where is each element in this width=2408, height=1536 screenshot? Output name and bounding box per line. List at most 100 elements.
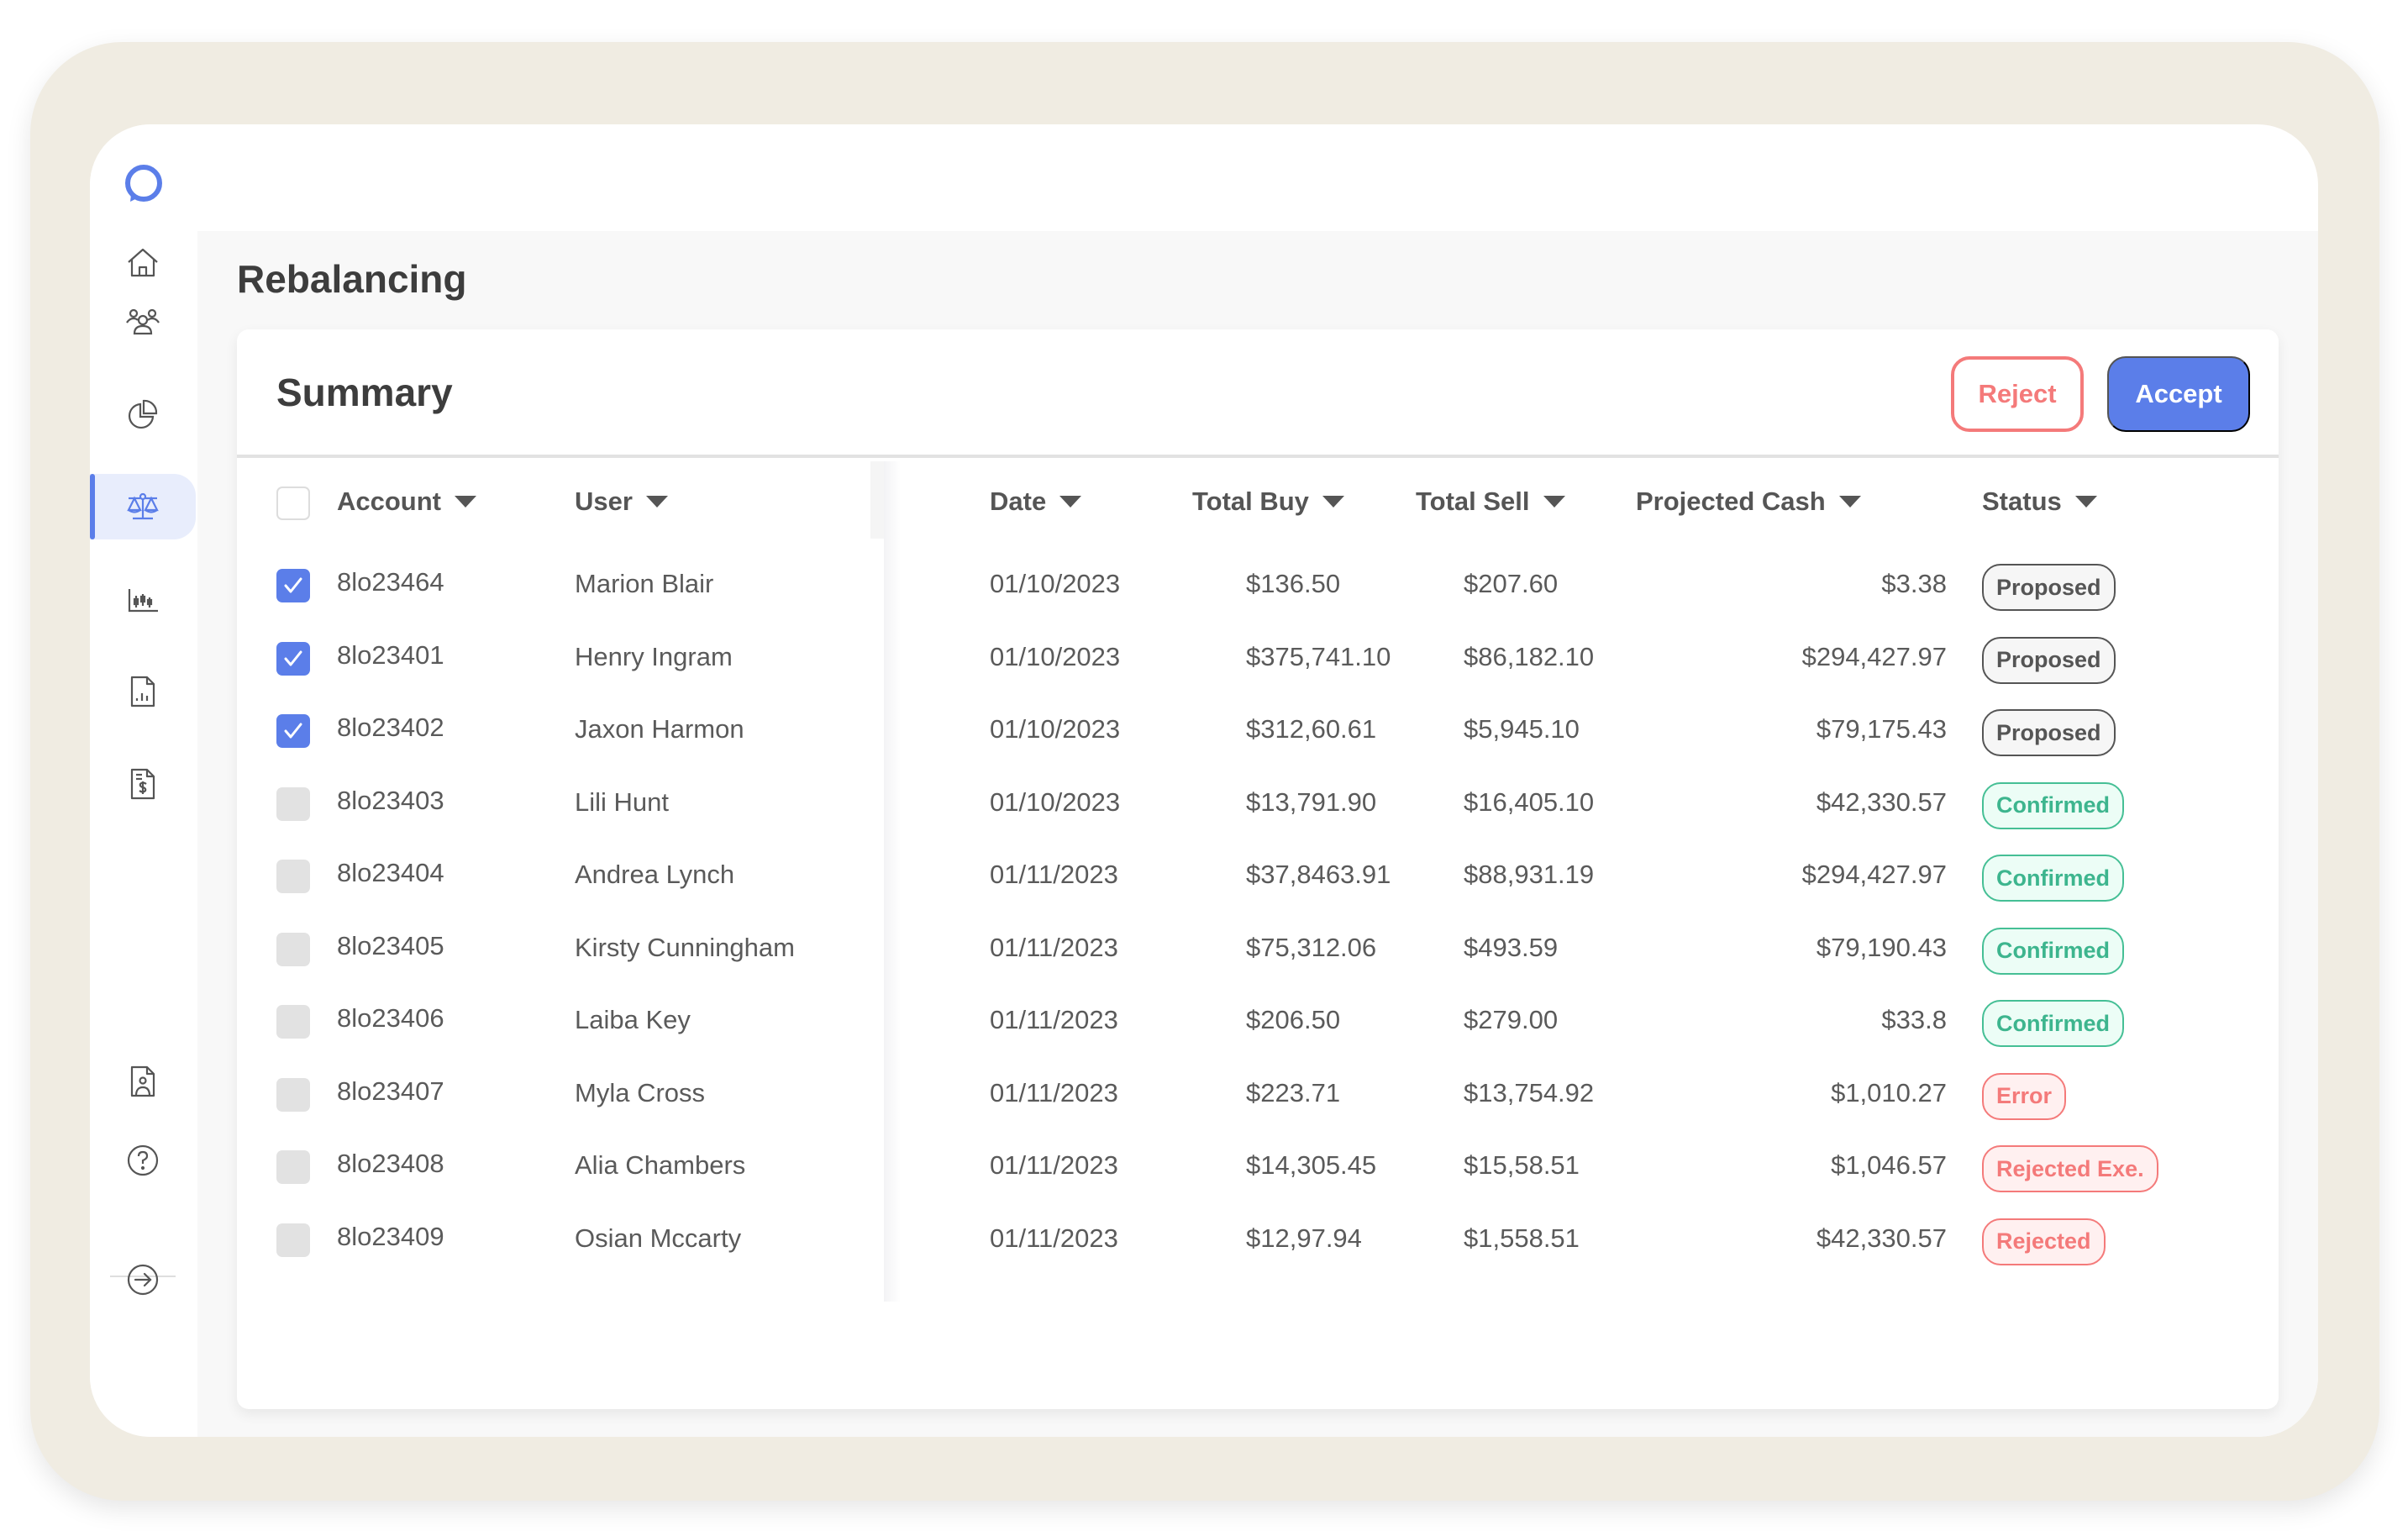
cell-projected-cash: $294,427.97: [1801, 860, 1947, 889]
cell-date: 01/11/2023: [990, 932, 1118, 962]
cell-total-sell: $207.60: [1464, 569, 1559, 598]
column-header-total-buy[interactable]: Total Buy: [1192, 487, 1344, 517]
cell-date: 01/10/2023: [990, 786, 1121, 817]
sidebar-item-profile[interactable]: [90, 1049, 196, 1114]
status-badge: Confirmed: [1982, 855, 2124, 902]
column-label: User: [575, 487, 633, 516]
status-badge: Proposed: [1982, 636, 2116, 684]
row-checkbox[interactable]: [276, 714, 310, 748]
status-badge: Confirmed: [1982, 1000, 2124, 1047]
cell-total-buy: $37,8463.91: [1246, 860, 1391, 889]
column-header-date[interactable]: Date: [990, 487, 1082, 517]
cell-date: 01/11/2023: [990, 1005, 1118, 1034]
card-title: Summary: [276, 371, 453, 414]
cell-date: 01/11/2023: [990, 860, 1118, 889]
cell-account: 8lo23406: [337, 1003, 444, 1033]
cell-date: 01/10/2023: [990, 714, 1121, 744]
cell-total-buy: $223.71: [1246, 1077, 1341, 1107]
cell-date: 01/10/2023: [990, 641, 1121, 671]
checkmark-icon: [284, 577, 302, 593]
help-circle-icon: [127, 1144, 159, 1176]
cell-total-sell: $5,945.10: [1464, 714, 1580, 744]
sidebar: [90, 124, 197, 1437]
cell-user: Osian Mccarty: [575, 1223, 742, 1253]
column-header-projected-cash[interactable]: Projected Cash: [1636, 487, 1861, 517]
accept-button[interactable]: Accept: [2107, 356, 2250, 432]
cell-account: 8lo23403: [337, 785, 444, 815]
cell-projected-cash: $3.38: [1881, 569, 1947, 598]
row-checkbox[interactable]: [276, 786, 310, 821]
cell-total-sell: $88,931.19: [1464, 860, 1595, 889]
candlestick-icon: [128, 589, 158, 613]
column-header-user[interactable]: User: [575, 487, 668, 517]
cell-total-buy: $12,97.94: [1246, 1223, 1362, 1253]
select-all-checkbox[interactable]: [276, 487, 310, 520]
row-checkbox[interactable]: [276, 1150, 310, 1184]
sort-down-icon: [1543, 496, 1565, 508]
reject-button[interactable]: Reject: [1951, 356, 2084, 432]
cell-account: 8lo23407: [337, 1076, 444, 1106]
cell-user: Alia Chambers: [575, 1150, 746, 1180]
column-label: Total Buy: [1192, 487, 1309, 516]
column-header-total-sell[interactable]: Total Sell: [1416, 487, 1565, 517]
cell-account: 8lo23404: [337, 858, 444, 887]
column-label: Projected Cash: [1636, 487, 1826, 516]
cell-total-sell: $86,182.10: [1464, 641, 1595, 671]
cell-total-sell: $15,58.51: [1464, 1150, 1580, 1180]
sort-down-icon: [2074, 496, 2097, 508]
row-checkbox[interactable]: [276, 860, 310, 893]
row-checkbox[interactable]: [276, 1077, 310, 1112]
cell-date: 01/11/2023: [990, 1077, 1118, 1107]
status-badge: Proposed: [1982, 564, 2116, 611]
row-checkbox[interactable]: [276, 569, 310, 602]
page-title: Rebalancing: [237, 257, 467, 301]
cell-total-sell: $1,558.51: [1464, 1223, 1580, 1253]
pie-chart-icon: [128, 399, 158, 429]
status-badge: Confirmed: [1982, 781, 2124, 829]
sidebar-item-rebalancing[interactable]: [90, 474, 196, 539]
row-checkbox[interactable]: [276, 641, 310, 676]
pane-divider: [884, 461, 901, 1302]
summary-card: Summary Reject Accept Account User Date: [237, 329, 2279, 1409]
checkmark-icon: [284, 723, 302, 739]
cell-account: 8lo23408: [337, 1149, 444, 1178]
logo-icon: [125, 165, 162, 202]
cell-total-sell: $16,405.10: [1464, 786, 1595, 817]
sidebar-item-logout[interactable]: [90, 1247, 196, 1312]
sidebar-item-portfolio[interactable]: [90, 381, 196, 447]
row-checkbox[interactable]: [276, 1223, 310, 1257]
sidebar-item-billing[interactable]: [90, 751, 196, 817]
status-badge: Rejected Exe.: [1982, 1145, 2158, 1192]
sidebar-item-help[interactable]: [90, 1128, 196, 1193]
sidebar-item-home[interactable]: [90, 230, 196, 296]
cell-user: Marion Blair: [575, 569, 714, 598]
status-badge: Proposed: [1982, 709, 2116, 756]
cell-total-buy: $75,312.06: [1246, 932, 1377, 962]
cell-projected-cash: $1,010.27: [1831, 1077, 1947, 1107]
sidebar-item-clients[interactable]: [90, 289, 196, 355]
cell-total-buy: $136.50: [1246, 569, 1341, 598]
cell-projected-cash: $294,427.97: [1801, 641, 1947, 671]
report-chart-icon: [130, 676, 155, 708]
checkmark-icon: [284, 650, 302, 665]
column-label: Status: [1982, 487, 2062, 516]
main-content: Rebalancing Summary Reject Accept Accoun…: [197, 231, 2318, 1437]
row-checkbox[interactable]: [276, 1005, 310, 1039]
cell-user: Kirsty Cunningham: [575, 932, 795, 962]
status-badge: Rejected: [1982, 1218, 2106, 1265]
cell-total-sell: $493.59: [1464, 932, 1559, 962]
column-header-account[interactable]: Account: [337, 487, 476, 517]
column-label: Total Sell: [1416, 487, 1530, 516]
cell-total-buy: $312,60.61: [1246, 714, 1377, 744]
sidebar-item-market[interactable]: [90, 566, 196, 632]
cell-total-buy: $14,305.45: [1246, 1150, 1377, 1180]
row-checkbox[interactable]: [276, 932, 310, 966]
cell-total-buy: $13,791.90: [1246, 786, 1377, 817]
cell-total-buy: $206.50: [1246, 1005, 1341, 1034]
cell-projected-cash: $1,046.57: [1831, 1150, 1947, 1180]
cell-user: Lili Hunt: [575, 786, 669, 817]
invoice-dollar-icon: [130, 768, 155, 800]
sidebar-item-reports[interactable]: [90, 659, 196, 724]
sort-down-icon: [645, 496, 668, 508]
column-header-status[interactable]: Status: [1982, 487, 2097, 517]
